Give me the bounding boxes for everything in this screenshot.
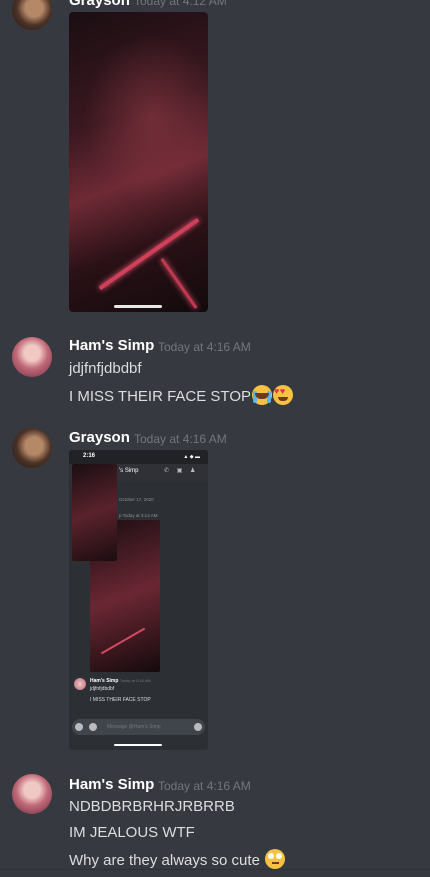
photo-light-strip xyxy=(160,258,198,309)
message-text: NDBDBRBRHRJRBRRB xyxy=(69,798,235,815)
avatar[interactable] xyxy=(12,337,52,377)
message-text: jdjfnfjdbdbf xyxy=(69,360,142,377)
inner-author-time: Today at 2:16 AM xyxy=(119,678,151,683)
heart-eyes-face-icon[interactable] xyxy=(273,385,293,405)
composer-placeholder: Message @Ham's Simp xyxy=(107,724,161,730)
message-hams-simp-2: Ham's Simp Today at 4:16 AM NDBDBRBRHRJR… xyxy=(0,770,430,870)
inner-username: Ham's Simp Today at 2:16 AM xyxy=(90,678,151,684)
timestamp: Today at 4:12 AM xyxy=(134,0,227,8)
loudly-crying-face-icon[interactable] xyxy=(252,385,272,405)
divider xyxy=(0,869,430,870)
dm-header-name: 's Simp xyxy=(119,468,139,474)
username[interactable]: Grayson xyxy=(69,0,130,9)
message-text-line: Why are they always so cute xyxy=(69,849,286,869)
inner-text: I MISS THEIR FACE STOP xyxy=(90,697,151,703)
home-indicator xyxy=(114,744,162,746)
image-icon xyxy=(75,723,83,731)
avatar[interactable] xyxy=(12,0,52,30)
message-text: Why are they always so cute xyxy=(69,852,260,869)
message-grayson-2: Grayson Today at 4:16 AM xyxy=(0,420,430,760)
message-text: I MISS THEIR FACE STOP xyxy=(69,388,251,405)
avatar xyxy=(74,678,86,690)
avatar[interactable] xyxy=(12,774,52,814)
call-icon: ✆ ▣ ♟ xyxy=(164,468,199,474)
message-text: IM JEALOUS WTF xyxy=(69,824,195,841)
face-with-rolling-eyes-icon[interactable] xyxy=(265,849,286,869)
timestamp: Today at 4:16 AM xyxy=(158,779,251,793)
signal-icon: ▲ ◆ ▬ xyxy=(183,454,200,460)
photo-light-strip xyxy=(98,217,200,291)
inner-timestamp: p Today at 3:12 AM xyxy=(119,513,158,518)
username[interactable]: Ham's Simp xyxy=(69,776,154,793)
date-divider: October 17, 2020 xyxy=(119,497,154,502)
timestamp: Today at 4:16 AM xyxy=(134,432,227,446)
inner-text: jdjfnfjdbdbf xyxy=(90,686,115,692)
avatar[interactable] xyxy=(12,428,52,468)
message-grayson-1: Grayson Today at 4:12 AM xyxy=(0,0,430,320)
image-attachment[interactable] xyxy=(69,12,208,312)
gift-icon xyxy=(89,723,97,731)
timestamp: Today at 4:16 AM xyxy=(158,340,251,354)
emoji-icon xyxy=(194,723,202,731)
home-indicator xyxy=(114,305,162,308)
message-hams-simp-1: Ham's Simp Today at 4:16 AM jdjfnfjdbdbf… xyxy=(0,330,430,420)
screenshot-attachment[interactable]: 2:16 ▲ ◆ ▬ 's Simp ✆ ▣ ♟ October 17, 202… xyxy=(69,450,208,750)
username[interactable]: Grayson xyxy=(69,429,130,446)
message-text-line: I MISS THEIR FACE STOP xyxy=(69,385,293,405)
inner-image-thumb xyxy=(72,464,117,561)
status-clock: 2:16 xyxy=(83,453,96,459)
username[interactable]: Ham's Simp xyxy=(69,337,154,354)
